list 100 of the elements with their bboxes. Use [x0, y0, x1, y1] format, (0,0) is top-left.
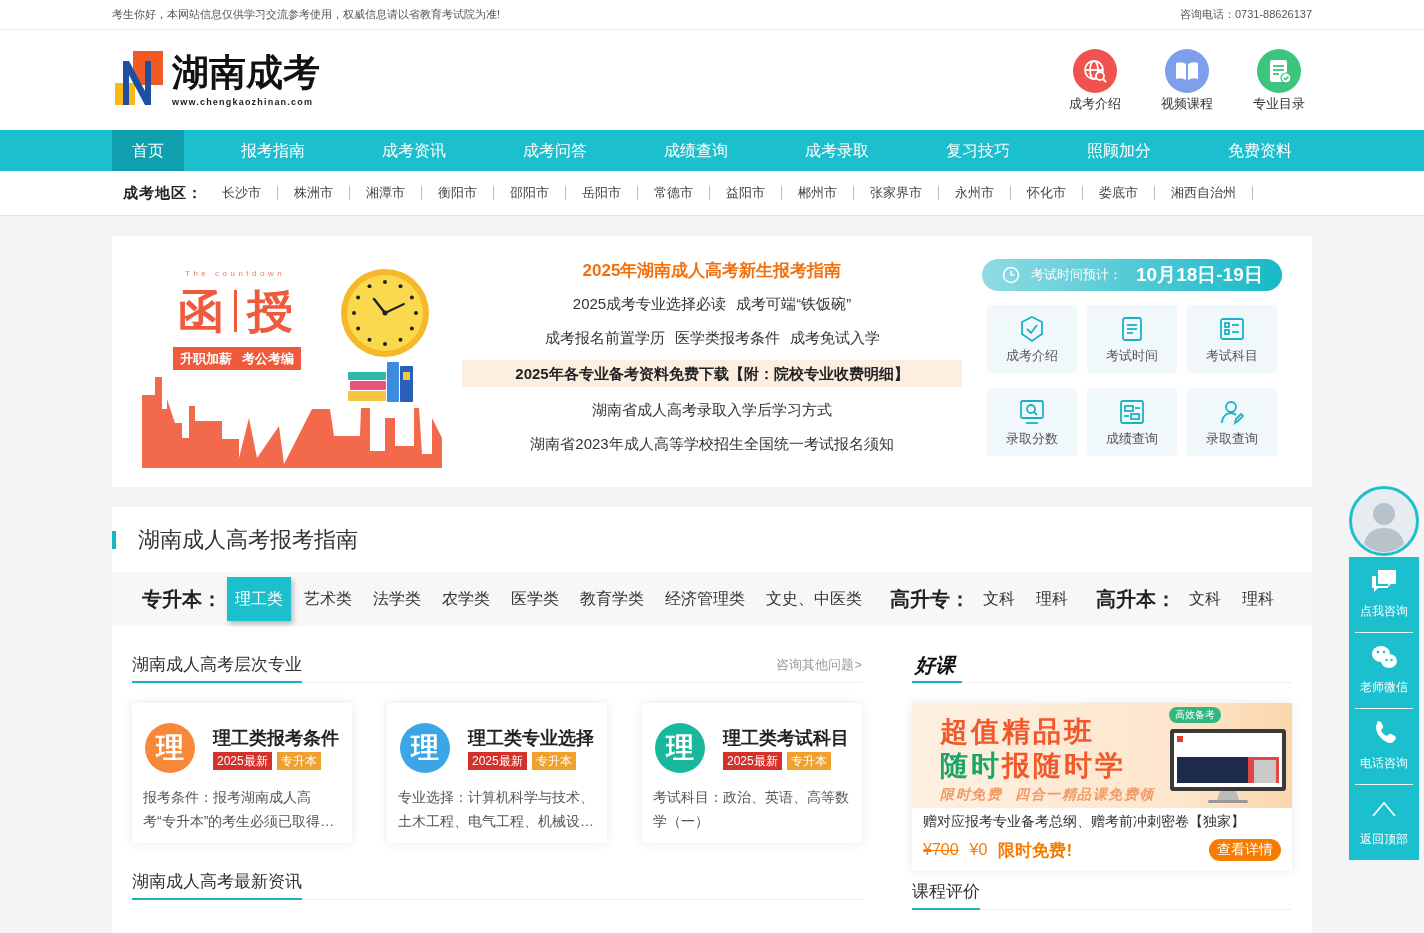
subject-badge: 理: [400, 723, 450, 773]
list-card-icon: [1218, 315, 1246, 343]
tab-group-label: 高升本：: [1096, 586, 1176, 612]
article-link[interactable]: 成考免试入学: [789, 328, 880, 348]
shortcut-tile[interactable]: 成绩查询: [1087, 388, 1177, 456]
category-tab[interactable]: 理科: [1028, 577, 1076, 621]
globe-search-icon: [1073, 49, 1117, 93]
shortcut-tile[interactable]: 录取分数: [987, 388, 1077, 456]
tag: 专升本: [786, 751, 831, 770]
major-card[interactable]: 理 理工类专业选择 2025最新 专升本 专业选择：计算机科学与技术、土木工程、电气工程、机械设…: [387, 703, 607, 843]
card-description: 专业选择：计算机科学与技术、土木工程、电气工程、机械设…: [398, 788, 595, 831]
promo-label: 限时免费!: [998, 839, 1073, 862]
major-card[interactable]: 理 理工类考试科目 2025最新 专升本 考试科目：政治、英语、高等数学（一）: [642, 703, 862, 843]
tag: 2025最新: [468, 751, 527, 770]
category-tab[interactable]: 医学类: [503, 577, 567, 621]
section-title: 好课: [912, 654, 962, 683]
speech-bubbles-icon: [1370, 643, 1398, 671]
site-notice: 考生你好，本网站信息仅供学习交流参考使用，权威信息请以省教育考试院为准!: [112, 7, 501, 22]
article-link[interactable]: 成考报名前置学历: [544, 328, 665, 348]
region-link[interactable]: 湘潭市: [366, 184, 405, 202]
region-link[interactable]: 衡阳市: [438, 184, 477, 202]
card-title: 理工类报考条件: [213, 726, 339, 749]
section-heading: 湖南成人高考报考指南: [138, 525, 358, 554]
region-link[interactable]: 张家界市: [870, 184, 922, 202]
region-link[interactable]: 湘西自治州: [1171, 184, 1236, 202]
category-tab[interactable]: 农学类: [434, 577, 498, 621]
art-title-char: 函: [178, 284, 224, 338]
category-tab[interactable]: 文史、中医类: [758, 577, 870, 621]
region-link[interactable]: 株洲市: [294, 184, 333, 202]
price: ¥0: [969, 841, 988, 859]
monitor-search-icon: [1018, 398, 1046, 426]
region-link[interactable]: 岳阳市: [582, 184, 621, 202]
card-title: 理工类专业选择: [468, 726, 594, 749]
shortcut-tile[interactable]: 录取查询: [1187, 388, 1277, 456]
subject-badge: 理: [145, 723, 195, 773]
region-link[interactable]: 邵阳市: [510, 184, 549, 202]
card-description: 考试科目：政治、英语、高等数学（一）: [653, 788, 850, 831]
banner-tagline: 限时免费 四合一精品课免费领: [940, 785, 1155, 803]
title-accent-bar: [112, 530, 116, 549]
art-slogan: 升职加薪 考公考编: [173, 347, 301, 370]
category-tab[interactable]: 理科: [1234, 577, 1282, 621]
major-card[interactable]: 理 理工类报考条件 2025最新 专升本 报考条件：报考湖南成人高考“专升本”的考生必须已取得…: [132, 703, 352, 843]
region-link[interactable]: 郴州市: [798, 184, 837, 202]
category-tab[interactable]: 经济管理类: [657, 577, 753, 621]
region-link[interactable]: 长沙市: [222, 184, 261, 202]
category-tab[interactable]: 文科: [975, 577, 1023, 621]
region-link[interactable]: 永州市: [955, 184, 994, 202]
logo-mark-icon: [115, 51, 163, 105]
region-link[interactable]: 常德市: [654, 184, 693, 202]
shortcut-tile[interactable]: 考试时间: [1087, 305, 1177, 373]
category-tab[interactable]: 法学类: [365, 577, 429, 621]
document-list-icon: [1257, 49, 1301, 93]
quick-link[interactable]: 视频课程: [1159, 49, 1215, 113]
article-link[interactable]: 成考可端“铁饭碗”: [736, 294, 852, 314]
user-edit-icon: [1218, 398, 1246, 426]
tag: 专升本: [276, 751, 321, 770]
region-link[interactable]: 娄底市: [1099, 184, 1138, 202]
exam-time-value: 10月18日-19日: [1136, 263, 1263, 287]
quick-link[interactable]: 专业目录: [1251, 49, 1307, 113]
logo-title[interactable]: 湖南成考: [172, 51, 320, 93]
window-panels-icon: [1118, 398, 1146, 426]
region-link[interactable]: 益阳市: [726, 184, 765, 202]
shortcut-tile[interactable]: 成考介绍: [987, 305, 1077, 373]
books-drawing: [348, 362, 415, 402]
section-title: 湖南成人高考层次专业: [132, 654, 302, 683]
shortcut-tile[interactable]: 考试科目: [1187, 305, 1277, 373]
exam-time-label: 考试时间预计：: [1031, 266, 1122, 284]
hotline-text: 咨询电话：0731-88626137: [1179, 7, 1312, 22]
course-description: 赠对应报考专业备考总纲、赠考前冲刺密卷【独家】: [923, 812, 1246, 831]
quick-link[interactable]: 成考介绍: [1067, 49, 1123, 113]
tab-group-label: 专升本：: [142, 586, 222, 612]
tag: 2025最新: [723, 751, 782, 770]
original-price: ¥700: [923, 841, 959, 859]
clock-icon: [1002, 266, 1020, 284]
region-label: 成考地区：: [123, 183, 203, 203]
featured-link[interactable]: 2025年各专业备考资料免费下载【附：院校专业收费明细】: [462, 360, 962, 387]
article-link[interactable]: 湖南省2023年成人高等学校招生全国统一考试报名须知: [530, 434, 894, 454]
category-tab[interactable]: 教育学类: [572, 577, 652, 621]
banner-badge: 高效备考: [1169, 707, 1221, 723]
region-link[interactable]: 怀化市: [1027, 184, 1066, 202]
tag: 2025最新: [213, 751, 272, 770]
article-link[interactable]: 2025成考专业选择必读: [572, 294, 727, 314]
art-caption: The countdown: [185, 269, 286, 279]
category-tab[interactable]: 艺术类: [296, 577, 360, 621]
article-link[interactable]: 湖南省成人高考录取入学后学习方式: [592, 400, 832, 420]
card-description: 报考条件：报考湖南成人高考“专升本”的考生必须已取得…: [143, 788, 336, 831]
category-tab[interactable]: 文科: [1181, 577, 1229, 621]
badge-check-icon: [1018, 315, 1046, 343]
section-title: 课程评价: [912, 881, 980, 910]
card-title: 理工类考试科目: [723, 726, 849, 749]
subject-badge: 理: [655, 723, 705, 773]
banner-headline: 随时报随时学: [940, 749, 1126, 783]
tag: 专升本: [531, 751, 576, 770]
article-link[interactable]: 医学类报考条件: [674, 328, 780, 348]
logo-url: www.chengkaozhinan.com: [172, 96, 314, 108]
banner-headline: 超值精品班: [940, 715, 1095, 749]
tab-group-label: 高升专：: [890, 586, 970, 612]
section-title: 湖南成人高考最新资讯: [132, 871, 302, 900]
art-title-char: 授: [247, 284, 293, 338]
open-book-icon: [1165, 49, 1209, 93]
